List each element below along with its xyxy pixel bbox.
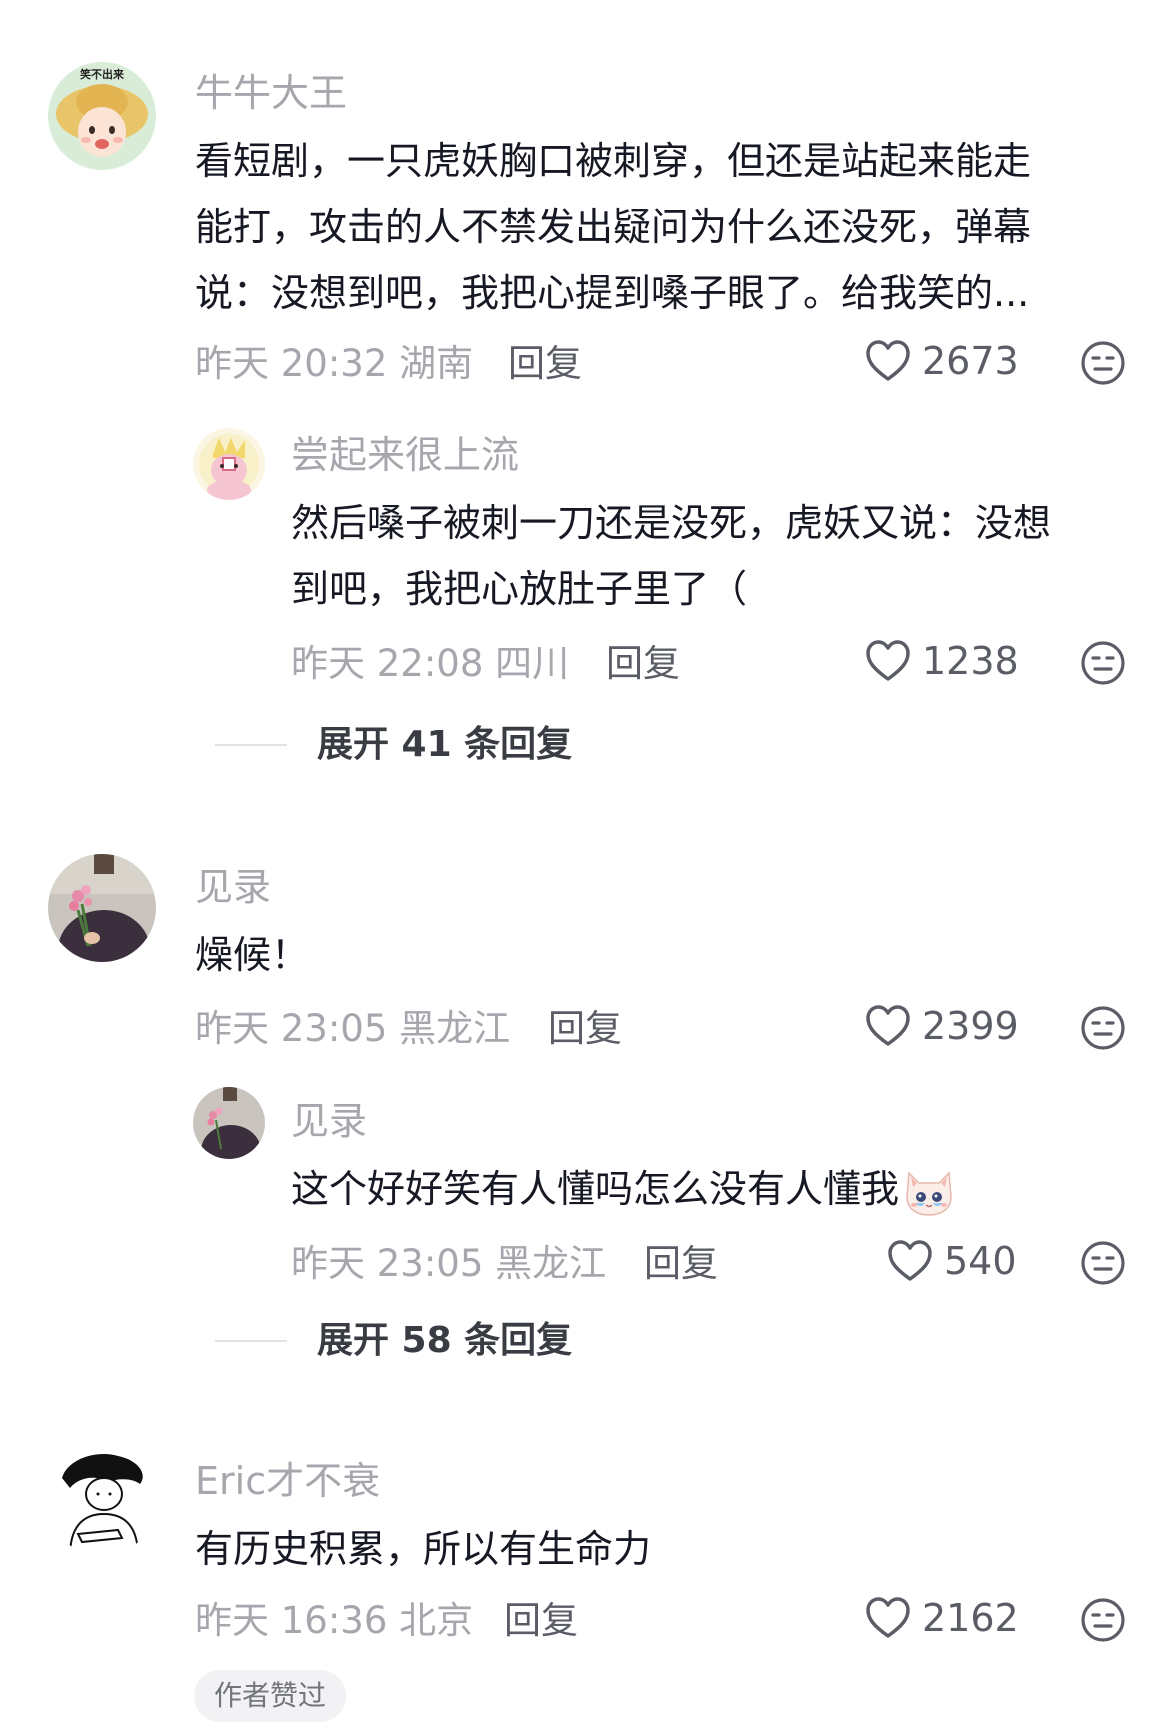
comment-time: 昨天 16:36 (195, 1599, 388, 1642)
heart-outline-icon (864, 1595, 912, 1641)
comment-text-line: 到吧，我把心放肚子里了（ (291, 567, 748, 611)
avatar[interactable] (193, 428, 265, 500)
divider (215, 1340, 287, 1342)
like-button[interactable]: 2399 (864, 1003, 1019, 1049)
avatar[interactable] (193, 1087, 265, 1159)
comment-location: 湖南 (399, 342, 474, 385)
comment-text-line: 这个好好笑有人懂吗怎么没有人懂我 (291, 1156, 957, 1222)
meh-face-icon (1080, 1240, 1126, 1286)
comment-location: 北京 (399, 1599, 474, 1642)
comment-meta: 昨天 22:08 四川 (291, 645, 569, 682)
comment-text-line: 说：没想到吧，我把心提到嗓子眼了。给我笑的... (195, 271, 1030, 315)
avatar[interactable] (48, 1448, 156, 1556)
avatar[interactable] (48, 854, 156, 962)
like-button[interactable]: 540 (886, 1238, 1017, 1284)
comment-meta: 昨天 16:36 北京 (195, 1602, 473, 1639)
username[interactable]: Eric才不衰 (195, 1462, 380, 1500)
reply-item: 见录 这个好好笑有人懂吗怎么没有人懂我 昨天 23:05 黑龙江 回复 540 (0, 1060, 1169, 1280)
like-count: 2162 (922, 1596, 1019, 1640)
comment-time: 昨天 23:05 (195, 1007, 388, 1050)
expand-replies-label: 展开 41 条回复 (317, 724, 573, 765)
comment-text: 有历史积累，所以有生命力 (195, 1516, 651, 1582)
crying-cat-emoji (901, 1167, 957, 1217)
comment-text-line: 有历史积累，所以有生命力 (195, 1527, 652, 1571)
comment-location: 黑龙江 (495, 1242, 607, 1285)
like-button[interactable]: 2673 (864, 338, 1019, 384)
comment-text-line: 看短剧，一只虎妖胸口被刺穿，但还是站起来能走 (195, 139, 1032, 183)
comment-meta: 昨天 20:32 湖南 (195, 345, 473, 382)
comment-item: 见录 燥候！ 昨天 23:05 黑龙江 回复 2399 (0, 830, 1169, 1060)
username[interactable]: 牛牛大王 (195, 74, 347, 112)
comment-time: 昨天 22:08 (291, 642, 484, 685)
author-liked-badge: 作者赞过 (194, 1670, 347, 1722)
comment-text: 看短剧，一只虎妖胸口被刺穿，但还是站起来能走 能打，攻击的人不禁发出疑问为什么还… (195, 128, 1031, 326)
dislike-button[interactable] (1080, 640, 1126, 686)
comment-location: 黑龙江 (399, 1007, 511, 1050)
username[interactable]: 尝起来很上流 (291, 436, 519, 474)
avatar-caption: 笑不出来 (80, 67, 125, 81)
dislike-button[interactable] (1080, 1240, 1126, 1286)
expand-replies-button[interactable]: 展开 58 条回复 (215, 1323, 572, 1359)
avatar-image: 笑不出来 (48, 62, 156, 170)
comment-text-content: 这个好好笑有人懂吗怎么没有人懂我 (291, 1167, 900, 1211)
meh-face-icon (1080, 1597, 1126, 1643)
expand-replies-button[interactable]: 展开 41 条回复 (215, 727, 572, 763)
avatar-image (48, 1448, 156, 1556)
avatar[interactable]: 笑不出来 (48, 62, 156, 170)
comment-meta: 昨天 23:05 黑龙江 (291, 1245, 606, 1282)
dislike-button[interactable] (1080, 1005, 1126, 1051)
meh-face-icon (1080, 640, 1126, 686)
comment-time: 昨天 20:32 (195, 342, 388, 385)
heart-outline-icon (886, 1238, 934, 1284)
comment-location: 四川 (495, 642, 570, 685)
comment-text-line: 然后嗓子被刺一刀还是没死，虎妖又说：没想 (291, 501, 1052, 545)
like-count: 540 (944, 1239, 1017, 1283)
comment-text-line: 燥候！ (195, 933, 310, 977)
expand-replies-label: 展开 58 条回复 (317, 1320, 573, 1361)
comment-text: 然后嗓子被刺一刀还是没死，虎妖又说：没想 到吧，我把心放肚子里了（ (291, 490, 1051, 622)
username[interactable]: 见录 (195, 868, 271, 906)
avatar-image (193, 428, 265, 500)
heart-outline-icon (864, 638, 912, 684)
avatar-image (48, 854, 156, 962)
heart-outline-icon (864, 1003, 912, 1049)
comment-text: 这个好好笑有人懂吗怎么没有人懂我 (291, 1156, 957, 1222)
dislike-button[interactable] (1080, 1597, 1126, 1643)
comment-item: Eric才不衰 有历史积累，所以有生命力 昨天 16:36 北京 回复 2162 (0, 1420, 1169, 1732)
avatar-image (193, 1087, 265, 1159)
reply-button[interactable]: 回复 (548, 1010, 622, 1047)
username[interactable]: 见录 (291, 1102, 367, 1140)
comment-item: 笑不出来 牛牛大王 看短剧，一只虎妖胸口被刺穿，但还是站起来能走 能打，攻击的人… (0, 0, 1169, 380)
like-count: 1238 (922, 639, 1019, 683)
comment-text: 燥候！ (195, 922, 309, 988)
comment-text-line: 能打，攻击的人不禁发出疑问为什么还没死，弹幕 (195, 205, 1032, 249)
comment-time: 昨天 23:05 (291, 1242, 484, 1285)
reply-button[interactable]: 回复 (606, 645, 680, 682)
like-button[interactable]: 1238 (864, 638, 1019, 684)
divider (215, 744, 287, 746)
reply-button[interactable]: 回复 (644, 1245, 718, 1282)
like-button[interactable]: 2162 (864, 1595, 1019, 1641)
like-count: 2399 (922, 1004, 1019, 1048)
reply-button[interactable]: 回复 (508, 345, 582, 382)
reply-button[interactable]: 回复 (504, 1602, 578, 1639)
meh-face-icon (1080, 1005, 1126, 1051)
comment-meta: 昨天 23:05 黑龙江 (195, 1010, 510, 1047)
like-count: 2673 (922, 339, 1019, 383)
heart-outline-icon (864, 338, 912, 384)
reply-item: 尝起来很上流 然后嗓子被刺一刀还是没死，虎妖又说：没想 到吧，我把心放肚子里了（… (0, 380, 1169, 680)
